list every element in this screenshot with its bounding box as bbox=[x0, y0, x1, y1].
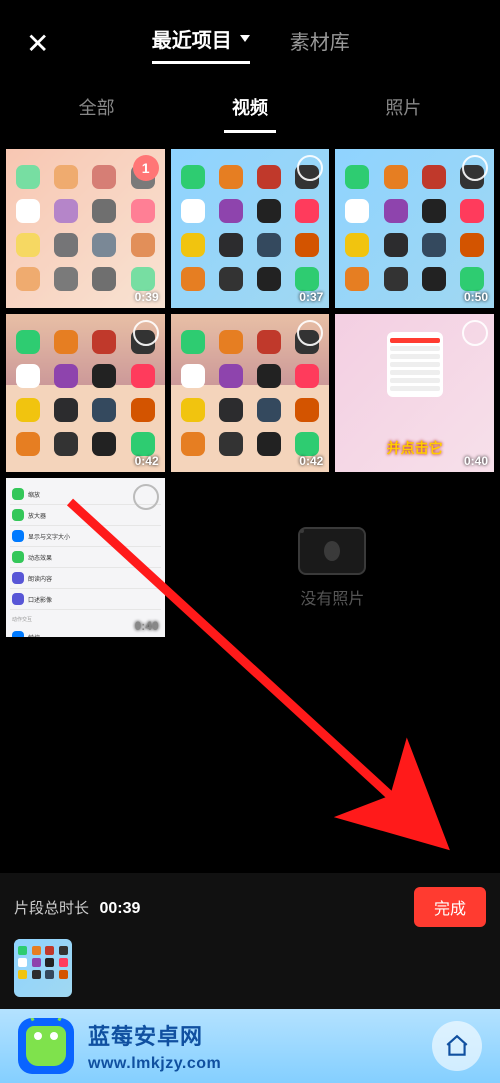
video-placeholder-icon bbox=[298, 527, 366, 575]
select-circle-icon[interactable] bbox=[133, 320, 159, 346]
filter-video[interactable]: 视频 bbox=[224, 88, 276, 133]
filter-tabs: 全部 视频 照片 bbox=[0, 74, 500, 143]
duration-label: 0:40 bbox=[135, 619, 159, 633]
settings-row-label: 触控 bbox=[28, 633, 40, 637]
filter-all[interactable]: 全部 bbox=[71, 88, 123, 133]
settings-section-label: 动作交互 bbox=[12, 616, 32, 623]
thumbnail-preview bbox=[6, 149, 165, 308]
tab-library-label: 素材库 bbox=[290, 26, 350, 55]
selected-clips-strip: ✕ bbox=[14, 939, 486, 997]
watermark-logo-icon bbox=[18, 1018, 74, 1074]
filter-photo[interactable]: 照片 bbox=[377, 88, 429, 133]
thumbnail-preview bbox=[14, 939, 72, 997]
video-thumbnail[interactable]: 并点击它 0:40 bbox=[335, 314, 494, 473]
duration-label: 0:39 bbox=[135, 290, 159, 304]
settings-row-label: 放大器 bbox=[28, 511, 46, 520]
selection-bar: 片段总时长 00:39 完成 ✕ bbox=[0, 873, 500, 1009]
settings-row-label: 动态效果 bbox=[28, 553, 52, 562]
video-thumbnail[interactable]: 0:42 bbox=[6, 314, 165, 473]
empty-state: 没有照片 bbox=[171, 478, 494, 637]
tab-recent-label: 最近项目 bbox=[152, 24, 232, 53]
video-thumbnail[interactable]: 0:37 bbox=[171, 149, 330, 308]
watermark-title: 蓝莓安卓网 bbox=[88, 1019, 221, 1051]
selection-badge: 1 bbox=[133, 155, 159, 181]
select-circle-icon[interactable] bbox=[462, 155, 488, 181]
settings-row-label: 显示与文字大小 bbox=[28, 532, 70, 541]
video-thumbnail[interactable]: 1 0:39 bbox=[6, 149, 165, 308]
top-nav: ✕ 最近项目 素材库 bbox=[0, 0, 500, 74]
total-duration-label: 片段总时长 bbox=[14, 900, 89, 917]
settings-row-label: 口述影像 bbox=[28, 595, 52, 604]
duration-label: 0:42 bbox=[135, 454, 159, 468]
empty-state-label: 没有照片 bbox=[300, 585, 364, 609]
duration-label: 0:37 bbox=[299, 290, 323, 304]
selected-clip-thumbnail[interactable]: ✕ bbox=[14, 939, 72, 997]
watermark-url: www.lmkjzy.com bbox=[88, 1055, 221, 1073]
source-tabs: 最近项目 素材库 bbox=[57, 24, 444, 64]
select-circle-icon[interactable] bbox=[133, 484, 159, 510]
video-thumbnail[interactable]: 0:50 bbox=[335, 149, 494, 308]
total-duration: 片段总时长 00:39 bbox=[14, 897, 140, 918]
duration-label: 0:50 bbox=[464, 290, 488, 304]
video-thumbnail[interactable]: 0:42 bbox=[171, 314, 330, 473]
watermark-footer: 蓝莓安卓网 www.lmkjzy.com bbox=[0, 1009, 500, 1083]
total-duration-value: 00:39 bbox=[99, 900, 140, 917]
chevron-down-icon bbox=[240, 35, 250, 42]
settings-row-label: 朗读内容 bbox=[28, 574, 52, 583]
duration-label: 0:42 bbox=[299, 454, 323, 468]
done-button[interactable]: 完成 bbox=[414, 887, 486, 927]
video-thumbnail[interactable]: 缩放 放大器 显示与文字大小 动态效果 朗读内容 口述影像 动作交互 触控 面容… bbox=[6, 478, 165, 637]
tab-library[interactable]: 素材库 bbox=[290, 26, 350, 63]
home-icon bbox=[432, 1021, 482, 1071]
close-button[interactable]: ✕ bbox=[18, 26, 57, 62]
watermark-text: 蓝莓安卓网 www.lmkjzy.com bbox=[88, 1019, 221, 1073]
thumbnail-caption: 并点击它 bbox=[335, 438, 494, 458]
select-circle-icon[interactable] bbox=[297, 320, 323, 346]
settings-row-label: 缩放 bbox=[28, 490, 40, 499]
media-grid: 1 0:39 0:37 0:50 0:42 bbox=[0, 143, 500, 637]
tab-recent[interactable]: 最近项目 bbox=[152, 24, 250, 64]
select-circle-icon[interactable] bbox=[462, 320, 488, 346]
